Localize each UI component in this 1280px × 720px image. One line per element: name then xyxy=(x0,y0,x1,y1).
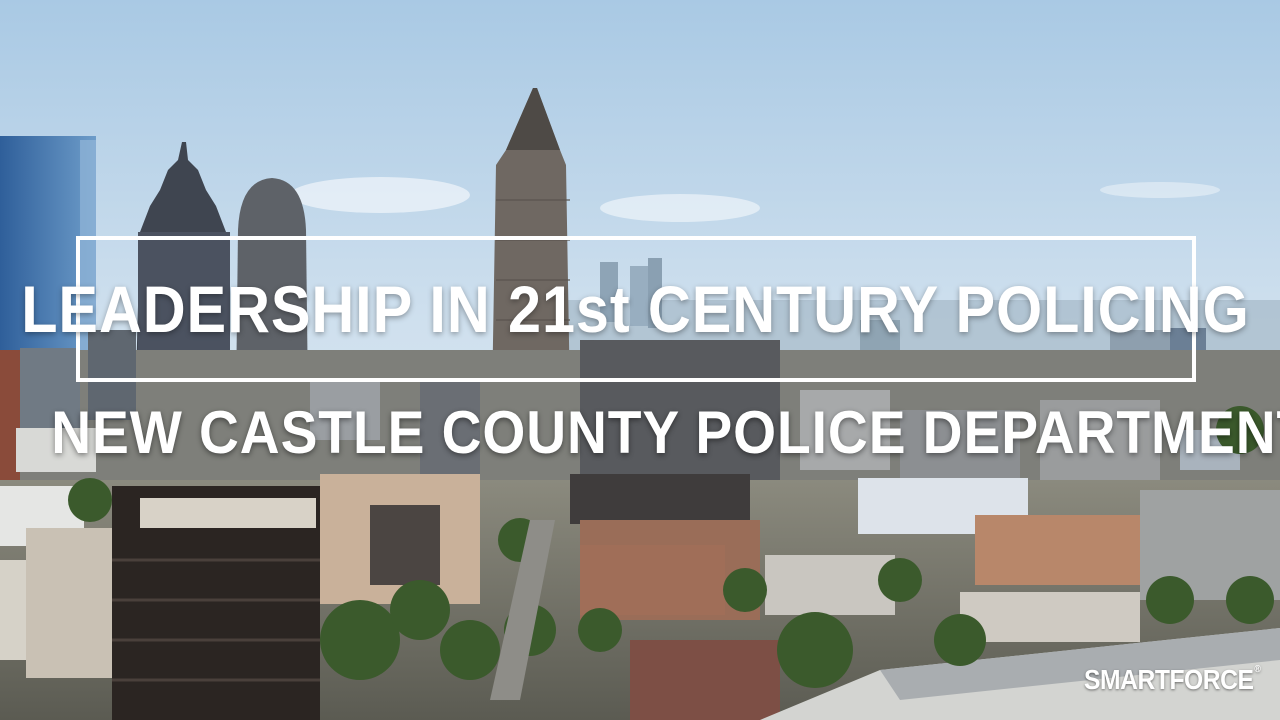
registered-mark: ® xyxy=(1253,664,1260,675)
department-name: NEW CASTLE COUNTY POLICE DEPARTMENT xyxy=(51,399,1280,466)
smartforce-logo: SMARTFORCE® xyxy=(1083,664,1261,696)
title-frame: LEADERSHIP IN 21st CENTURY POLICING xyxy=(22,236,1249,382)
brand-name: SMARTFORCE xyxy=(1083,664,1254,695)
video-title: LEADERSHIP IN 21st CENTURY POLICING xyxy=(21,272,1251,346)
